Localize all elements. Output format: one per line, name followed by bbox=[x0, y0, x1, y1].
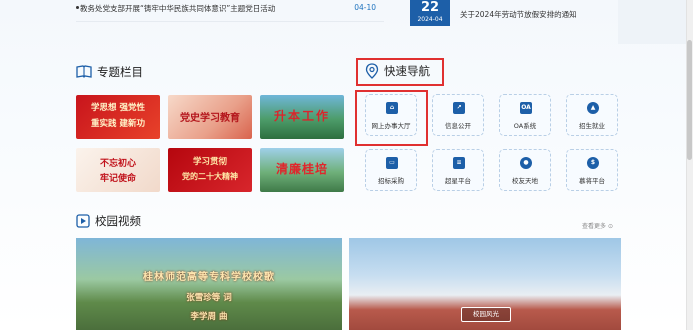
quicknav-label: 超星平台 bbox=[445, 177, 471, 185]
chart-icon: ↗ bbox=[453, 102, 465, 114]
topics-header: 专题栏目 bbox=[76, 64, 143, 80]
news-date: 04-10 bbox=[354, 3, 376, 12]
video-title-line: 桂林师范高等专科学校校歌 bbox=[143, 272, 275, 283]
chevron-right-icon: ⊙ bbox=[607, 223, 613, 230]
dollar-icon: $ bbox=[587, 157, 599, 169]
quicknav-fund[interactable]: $ 慕将平台 bbox=[566, 149, 618, 191]
campus-scenery-button[interactable]: 校园风光 bbox=[461, 307, 511, 322]
oa-icon: OA bbox=[520, 102, 532, 114]
topic-banner-2[interactable]: 党史学习教育 bbox=[168, 95, 252, 139]
bullet-icon bbox=[76, 6, 79, 9]
news-item-left[interactable]: 教务处党支部开展“铸牢中华民族共同体意识”主题党日活动 04-10 bbox=[76, 0, 384, 22]
video-card-campus-scenery[interactable]: 校园风光 bbox=[349, 238, 621, 330]
view-more-link[interactable]: 查看更多 ⊙ bbox=[582, 221, 613, 230]
homepage: 教务处党支部开展“铸牢中华民族共同体意识”主题党日活动 04-10 22 202… bbox=[0, 0, 693, 330]
quicknav-label: 慕将平台 bbox=[579, 177, 605, 185]
graduation-cap-icon: ▲ bbox=[587, 102, 599, 114]
quicknav-info-public[interactable]: ↗ 信息公开 bbox=[432, 94, 484, 136]
topic-banner-text: 清廉桂培 bbox=[275, 162, 328, 176]
news-day: 22 bbox=[420, 0, 440, 15]
topic-banner-4[interactable]: 不忘初心 牢记使命 bbox=[76, 148, 160, 192]
topic-banner-5[interactable]: 学习贯彻 党的二十大精神 bbox=[168, 148, 252, 192]
video-credit-line: 张雪珍等 词 bbox=[186, 293, 232, 303]
quicknav-label: 招标采购 bbox=[378, 177, 404, 185]
topic-banner-text: 升本工作 bbox=[273, 109, 330, 123]
video-card-school-song[interactable]: 桂林师范高等专科学校校歌 张雪珍等 词 李学周 曲 bbox=[76, 238, 342, 330]
view-more-label: 查看更多 bbox=[582, 223, 607, 230]
quicknav-label: OA系统 bbox=[513, 122, 537, 130]
news-date-box: 22 2024-04 bbox=[410, 0, 450, 26]
topic-banner-text: 牢记使命 bbox=[99, 174, 136, 184]
news-strip: 教务处党支部开展“铸牢中华民族共同体意识”主题党日活动 04-10 22 202… bbox=[0, 0, 693, 44]
scrollbar-thumb[interactable] bbox=[687, 40, 692, 160]
quicknav-header-highlight bbox=[356, 58, 444, 86]
topic-banner-3[interactable]: 升本工作 bbox=[260, 95, 344, 139]
people-icon: ● bbox=[520, 157, 532, 169]
topic-banner-1[interactable]: 学思想 强党性 重实践 建新功 bbox=[76, 95, 160, 139]
news-title-right[interactable]: 关于2024年劳动节放假安排的通知 bbox=[460, 9, 577, 20]
news-strip-edge bbox=[618, 0, 693, 44]
topic-banner-text: 学思想 强党性 bbox=[91, 103, 145, 113]
topic-banner-text: 学习贯彻 bbox=[192, 157, 227, 167]
quicknav-label: 招生就业 bbox=[579, 122, 605, 130]
topic-banner-6[interactable]: 清廉桂培 bbox=[260, 148, 344, 192]
quicknav-admission[interactable]: ▲ 招生就业 bbox=[566, 94, 618, 136]
monitor-icon: ▭ bbox=[386, 157, 398, 169]
quicknav-procurement[interactable]: ▭ 招标采购 bbox=[365, 149, 417, 191]
book-icon bbox=[76, 65, 92, 79]
video-play-icon bbox=[76, 214, 90, 228]
videos-title: 校园视频 bbox=[95, 214, 141, 228]
topic-banner-text: 党史学习教育 bbox=[180, 113, 240, 124]
news-year-month: 2024-04 bbox=[417, 16, 443, 23]
news-title[interactable]: 教务处党支部开展“铸牢中华民族共同体意识”主题党日活动 bbox=[80, 3, 275, 14]
topic-banner-text: 党的二十大精神 bbox=[182, 172, 238, 181]
quicknav-tile-highlight bbox=[355, 90, 428, 146]
quicknav-label: 信息公开 bbox=[445, 122, 471, 130]
books-icon: ≡ bbox=[453, 157, 465, 169]
quicknav-alumni[interactable]: ● 校友天地 bbox=[499, 149, 551, 191]
quicknav-label: 校友天地 bbox=[512, 177, 538, 185]
topics-title: 专题栏目 bbox=[97, 65, 143, 79]
quicknav-oa[interactable]: OA OA系统 bbox=[499, 94, 551, 136]
topic-banner-text: 不忘初心 bbox=[99, 159, 136, 169]
video-credit-line: 李学周 曲 bbox=[190, 312, 228, 322]
quicknav-chaoxing[interactable]: ≡ 超星平台 bbox=[432, 149, 484, 191]
topic-banner-text: 重实践 建新功 bbox=[91, 119, 145, 129]
videos-header: 校园视频 bbox=[76, 213, 141, 229]
